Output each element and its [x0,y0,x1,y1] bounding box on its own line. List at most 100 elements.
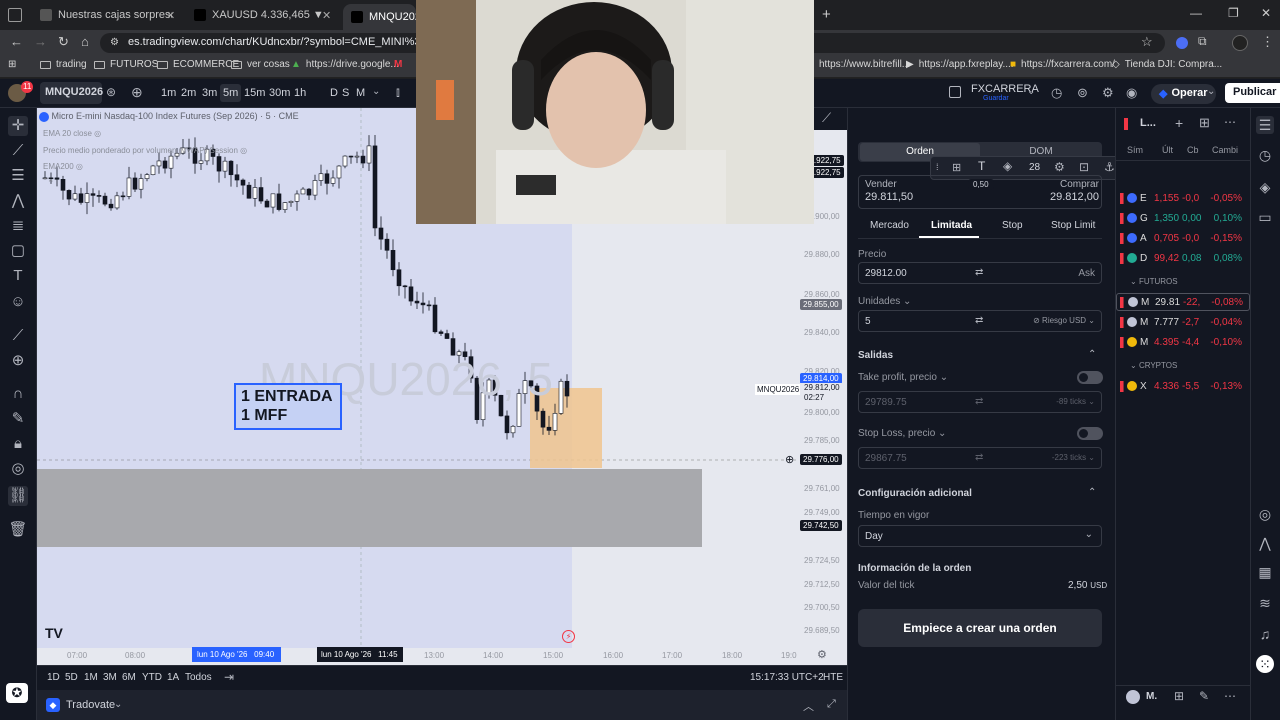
sl-toggle[interactable] [1077,427,1103,440]
swap-icon[interactable]: ⇄ [975,315,983,326]
anchor-icon[interactable]: ⚓︎ [1104,160,1115,174]
edit-icon[interactable]: ✎ [1199,689,1209,703]
lightning-event-icon[interactable]: ⚡︎ [562,630,575,643]
settings-gear-icon[interactable]: ⚙ [1054,160,1065,174]
fib-icon[interactable]: ≣ [8,216,28,236]
tp-label-row[interactable]: Take profit, precio ⌄ [858,372,948,383]
sl-label-row[interactable]: Stop Loss, precio ⌄ [858,428,946,439]
col-last[interactable]: Últ [1162,145,1173,155]
sell-price[interactable]: 29.811,50 [865,191,913,203]
order-type-stop-limit[interactable]: Stop Limit [1051,220,1095,231]
interval-M[interactable]: M [353,84,368,102]
replay-icon[interactable]: ⊚ [1077,85,1088,101]
swap-icon[interactable]: ⇄ [975,452,983,463]
watchlist-row[interactable]: ▌ D 99,42 0,08 0,08% [1116,249,1250,267]
bookmark-link[interactable]: ◇ Tienda DJI: Compra... [1112,59,1222,70]
browser-tab-1[interactable]: Nuestras cajas sorpresa – Book [32,4,172,26]
browser-tab-2[interactable]: XAUUSD 4.336,465 ▼ −0.13% I [186,4,326,26]
range-3M[interactable]: 3M [103,672,117,683]
watchlist-icon[interactable]: ☰ [1256,116,1274,134]
operate-button[interactable]: ◆ Operar [1151,84,1216,104]
watchlist-row[interactable]: ▌ G 1,350 0,00 0,10% [1116,209,1250,227]
bookmark-link[interactable]: https://www.bitrefill... [819,59,910,70]
col-symbol[interactable]: Sím [1127,145,1143,155]
sl-input[interactable]: 29867.75 ⇄ -223 ticks ⌄ [858,447,1102,469]
chevron-up-icon[interactable]: ⌃ [1088,349,1096,360]
futures-section[interactable]: ⌄ FUTUROS [1130,277,1178,286]
fill-bucket-icon[interactable]: ◈ [1003,159,1012,173]
eye-icon[interactable]: ◎ [8,459,28,479]
close-tab-icon[interactable]: ✕ [322,9,331,22]
interval-S[interactable]: S [339,84,352,102]
bookmark-link[interactable]: ▲ https://drive.google... [291,59,399,70]
interval-15m[interactable]: 15m [241,84,268,102]
swap-icon[interactable]: ⇄ [975,396,983,407]
risk-selector[interactable]: ⊘ Riesgo USD ⌄ [1033,316,1095,325]
ruler-icon[interactable]: ⟋ [8,326,28,346]
details-symbol[interactable]: M. [1146,691,1157,702]
watchlist-layout-icon[interactable]: ⊞ [1199,115,1210,131]
apps-grid-icon[interactable]: ⁙ [1256,655,1274,673]
crosshair-icon[interactable]: ✛ [8,116,28,136]
range-6M[interactable]: 6M [122,672,136,683]
chart-settings-icon[interactable]: ⚙ [817,648,827,661]
watchlist-row[interactable]: ▌ E 1,155 -0,0 -0,05% [1116,189,1250,207]
col-change[interactable]: Cb [1187,145,1199,155]
browser-menu-icon[interactable] [8,8,22,22]
maximize-panel-icon[interactable]: ⤢ [827,698,836,711]
cursor-mode-icon[interactable]: ✪ [6,683,28,703]
profile-avatar[interactable] [1232,35,1248,51]
col-change-pct[interactable]: Cambi [1212,145,1238,155]
feed-icon[interactable]: ≋ [1256,594,1274,612]
units-input[interactable]: 5 ⇄ ⊘ Riesgo USD ⌄ [858,310,1102,332]
compare-icon[interactable]: ⊛ [106,85,116,99]
tp-ticks-selector[interactable]: -89 ticks ⌄ [1056,397,1095,406]
gray-zone[interactable] [37,469,702,547]
order-type-market[interactable]: Mercado [870,220,909,231]
browser-menu-dots-icon[interactable]: ⋮ [1261,34,1274,50]
lock-icon[interactable]: 🔒︎ [8,434,28,454]
range-1A[interactable]: 1A [167,672,179,683]
trendline-icon[interactable]: ⟋ [8,141,28,161]
link-icon[interactable]: ⛓ [8,486,28,506]
add-symbol-icon[interactable]: + [1175,115,1183,131]
indicator-ema200[interactable]: EMA200 ◎ [43,162,83,171]
pattern-icon[interactable]: ⋀ [1256,534,1274,552]
apps-grid-icon[interactable]: ⊞ [8,59,16,70]
alerts-clock-icon[interactable]: ◷ [1256,146,1274,164]
chevron-down-icon[interactable]: ⌄ [114,699,122,710]
collapse-legend-icon[interactable]: ⌃ [47,178,55,189]
chat-icon[interactable]: ▭ [1256,208,1274,226]
trash-icon[interactable]: 🗑︎ [8,520,28,540]
interval-3m[interactable]: 3m [199,84,220,102]
layout-icon[interactable] [949,86,961,98]
collapse-panel-icon[interactable]: ︿ [803,698,814,714]
magnet-icon[interactable]: ∩ [8,384,28,404]
tp-toggle[interactable] [1077,371,1103,384]
more-dots-icon[interactable]: ⋯ [1224,115,1236,129]
bookmark-folder[interactable]: FUTUROS [94,59,158,70]
eye-icon[interactable]: ◎ [240,146,247,155]
candle-type-icon[interactable]: ⫾ [396,85,400,100]
extension-icon[interactable] [1176,37,1188,49]
font-size-value[interactable]: 28 [1029,162,1040,173]
line-tool-icon[interactable]: ⟋ [822,110,831,126]
chevron-up-icon[interactable]: ⌃ [1088,487,1096,498]
range-1M[interactable]: 1M [84,672,98,683]
sl-ticks-selector[interactable]: -223 ticks ⌄ [1052,453,1095,462]
bookmark-link[interactable]: ■ https://fxcarrera.com/ [1010,59,1115,70]
indicator-vwap[interactable]: Precio medio ponderado por volumen (VWAP… [43,146,247,155]
bookmark-folder[interactable]: trading [40,59,87,70]
watchlist-row[interactable]: ▌ M 4.395 -4,4 -0,10% [1116,333,1250,351]
close-tab-icon[interactable]: ✕ [166,9,175,22]
tp-input[interactable]: 29789.75 ⇄ -89 ticks ⌄ [858,391,1102,413]
layers-icon[interactable]: ◈ [1256,178,1274,196]
swap-icon[interactable]: ⇄ [975,267,983,278]
back-icon[interactable]: ← [10,34,23,49]
session-button[interactable]: HTE [823,672,843,683]
add-alert-icon[interactable]: ⊕ [785,453,794,466]
settings-gear-icon[interactable]: ⚙ [1102,85,1114,101]
interval-30m[interactable]: 30m [266,84,293,102]
goto-date-icon[interactable]: ⇥ [224,670,234,684]
interval-5m[interactable]: 5m [220,84,242,102]
